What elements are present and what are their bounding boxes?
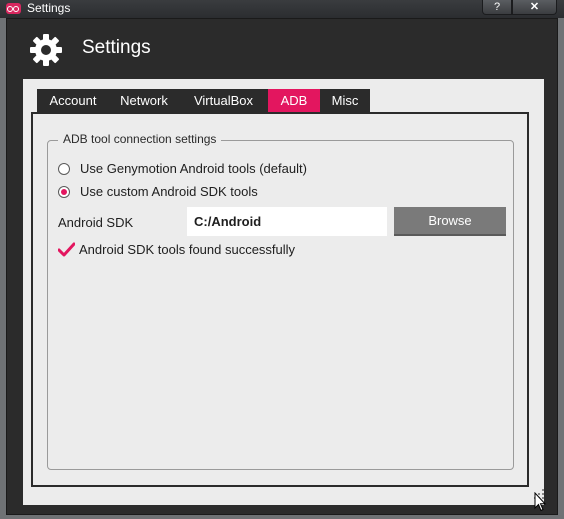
settings-dialog: Settings Account Network VirtualBox ADB … [6,18,558,515]
genymotion-logo-icon [6,3,21,14]
tab-network[interactable]: Network [109,89,179,112]
page-title: Settings [82,37,151,58]
groupbox-title: ADB tool connection settings [58,132,222,146]
tab-misc[interactable]: Misc [320,89,370,112]
android-sdk-label: Android SDK [58,215,134,230]
genymotion-tools-radio[interactable] [58,163,70,175]
custom-sdk-radio[interactable] [58,186,70,198]
adb-connection-groupbox: ADB tool connection settings Use Genymot… [47,132,514,470]
checkmark-icon [58,242,75,257]
close-button[interactable]: ✕ [512,0,557,15]
sdk-status-text: Android SDK tools found successfully [79,242,296,257]
help-button[interactable]: ? [482,0,512,15]
gear-icon [30,34,62,66]
tab-account[interactable]: Account [37,89,109,112]
tab-adb[interactable]: ADB [268,89,320,112]
tab-virtualbox[interactable]: VirtualBox [179,89,268,112]
custom-sdk-label[interactable]: Use custom Android SDK tools [80,184,258,199]
window-titlebar[interactable]: Settings ? ✕ [0,0,564,18]
browse-button[interactable]: Browse [394,207,506,236]
android-sdk-path-input[interactable] [187,207,387,236]
mouse-cursor-icon [534,492,546,512]
adb-tab-panel: ADB tool connection settings Use Genymot… [31,112,529,487]
window-title: Settings [27,1,71,15]
dialog-header: Settings [17,31,547,71]
genymotion-tools-label[interactable]: Use Genymotion Android tools (default) [80,161,307,176]
content-area: Account Network VirtualBox ADB Misc ADB … [23,79,544,505]
